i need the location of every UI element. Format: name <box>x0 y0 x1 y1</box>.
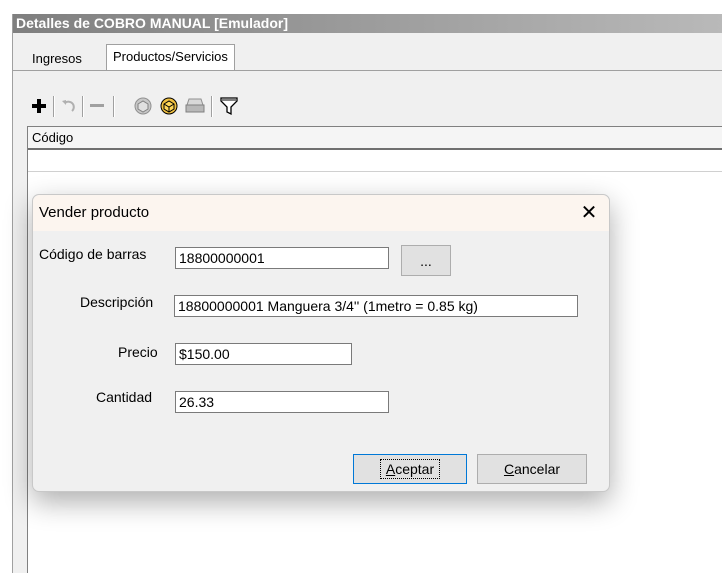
price-label: Precio <box>118 344 158 360</box>
plus-icon[interactable] <box>27 94 51 118</box>
accept-text: ceptar <box>395 461 435 477</box>
minus-icon[interactable] <box>85 94 109 118</box>
description-input[interactable]: 18800000001 Manguera 3/4'' (1metro = 0.8… <box>174 295 578 317</box>
toolbar-separator <box>211 96 213 117</box>
accept-button[interactable]: Aceptar <box>353 454 467 484</box>
quantity-input[interactable]: 26.33 <box>175 391 389 413</box>
grid-row[interactable] <box>28 150 722 172</box>
toolbar-separator <box>113 96 115 117</box>
tab-divider <box>13 70 722 71</box>
quantity-label: Cantidad <box>96 389 153 405</box>
tab-ingresos[interactable]: Ingresos <box>26 48 88 70</box>
price-input[interactable]: $150.00 <box>175 343 352 365</box>
dialog-titlebar: Vender producto ✕ <box>33 195 609 231</box>
cancel-button[interactable]: Cancelar <box>477 454 587 484</box>
box-color-icon[interactable] <box>157 94 181 118</box>
dialog-title: Vender producto <box>39 204 150 221</box>
sell-product-dialog: Vender producto ✕ Código de barras 18800… <box>32 194 610 492</box>
browse-button[interactable]: ... <box>401 245 451 276</box>
barcode-label: Código de barras <box>39 246 147 262</box>
grid-header-codigo[interactable]: Código <box>28 127 722 150</box>
cancel-text: ancelar <box>514 461 561 477</box>
cancel-button-label: Cancelar <box>504 461 560 477</box>
toolbar-separator <box>82 96 84 117</box>
window-title: Detalles de COBRO MANUAL [Emulador] <box>13 14 722 33</box>
filter-icon[interactable] <box>217 94 241 118</box>
tab-productos-servicios[interactable]: Productos/Servicios <box>106 44 235 71</box>
close-icon[interactable]: ✕ <box>575 199 603 225</box>
description-label: Descripción <box>80 294 154 310</box>
undo-icon[interactable] <box>56 94 80 118</box>
cancel-mnemonic: C <box>503 461 515 477</box>
accept-button-label: Aceptar <box>379 459 441 479</box>
toolbar-separator <box>53 96 55 117</box>
printer-icon[interactable] <box>183 94 207 118</box>
box-icon[interactable] <box>131 94 155 118</box>
barcode-input[interactable]: 18800000001 <box>175 247 389 269</box>
accept-mnemonic: A <box>385 461 396 477</box>
